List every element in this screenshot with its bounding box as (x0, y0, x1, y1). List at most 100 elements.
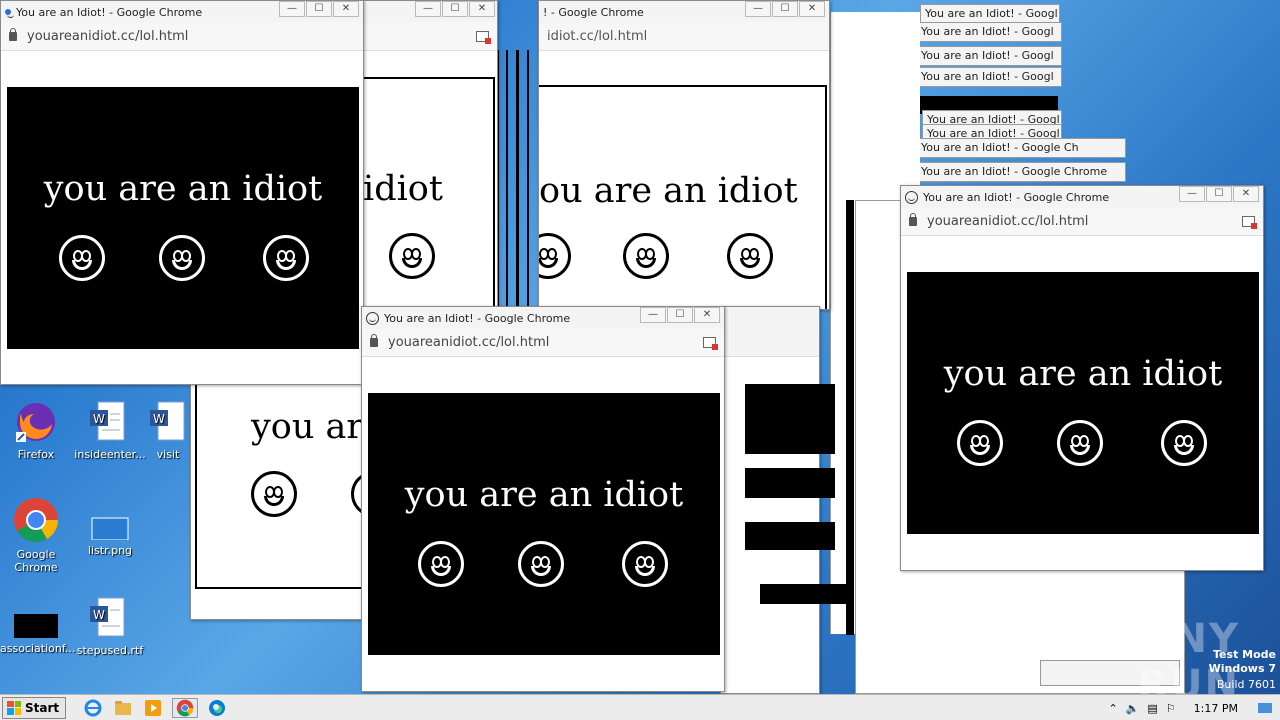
window-title: ! - Google Chrome (543, 5, 644, 19)
volume-icon[interactable]: 🔈 (1126, 702, 1140, 715)
desktop-icon-listr[interactable]: listr.png (74, 500, 146, 557)
close-button[interactable]: ✕ (694, 307, 720, 323)
popup-content: you are an idiot (907, 272, 1259, 534)
smiley-icon (389, 233, 435, 279)
stacked-window-titlebar[interactable]: You are an Idiot! - Googl (920, 4, 1060, 24)
popup-content: ou are an idiot (539, 85, 827, 309)
maximize-button[interactable]: ☐ (442, 1, 468, 17)
window-edge-artifact (506, 50, 508, 310)
window-titlebar[interactable]: — ☐ ✕ (363, 1, 497, 23)
popup-message: you are (251, 407, 364, 447)
window-titlebar[interactable]: You are an Idiot! - Google Chrome — ☐ ✕ (362, 307, 724, 329)
desktop-icon-insideenter[interactable]: W insideenter... (74, 400, 146, 461)
popup-window[interactable]: ! - Google Chrome — ☐ ✕ idiot.cc/lol.htm… (538, 0, 830, 310)
smiley-icon (418, 541, 464, 587)
desktop-icon-firefox[interactable]: Firefox (0, 400, 72, 461)
window-titlebar[interactable]: You are an Idiot! - Google Chrome — ☐ ✕ (901, 186, 1263, 208)
desktop-icon-label: stepused.rtf (76, 644, 144, 657)
action-center-icon[interactable]: ⚐ (1166, 702, 1176, 715)
address-bar[interactable] (721, 329, 819, 357)
address-url: youareanidiot.cc/lol.html (27, 29, 189, 44)
popup-content: you are an idiot (7, 87, 359, 349)
network-icon[interactable]: ▤ (1147, 702, 1157, 715)
window-titlebar[interactable]: ! - Google Chrome — ☐ ✕ (539, 1, 829, 23)
popup-window[interactable] (720, 306, 820, 694)
address-bar[interactable]: youareanidiot.cc/lol.html (1, 23, 363, 51)
svg-text:W: W (153, 412, 165, 426)
lock-icon (370, 334, 378, 347)
close-button[interactable]: ✕ (333, 1, 359, 17)
media-player-icon[interactable] (142, 698, 164, 718)
desktop-icon-google-chrome[interactable]: Google Chrome (0, 496, 72, 574)
address-bar[interactable]: youareanidiot.cc/lol.html (362, 329, 724, 357)
window-title: You are an Idiot! - Google Chrome (384, 311, 571, 325)
address-bar[interactable]: idiot.cc/lol.html (539, 23, 829, 51)
minimize-button[interactable]: — (1179, 186, 1205, 202)
smiley-favicon (366, 311, 379, 325)
minimize-button[interactable]: — (415, 1, 441, 17)
popup-window[interactable]: You are an Idiot! - Google Chrome — ☐ ✕ … (900, 185, 1264, 571)
window-edge-artifact (846, 200, 854, 635)
popup-blocked-icon[interactable] (703, 337, 718, 350)
desktop-icon-stepused[interactable]: W stepused.rtf (74, 596, 146, 657)
address-bar[interactable] (363, 23, 497, 51)
word-document-icon: W (150, 401, 185, 441)
maximize-button[interactable]: ☐ (772, 1, 798, 17)
black-file-icon (14, 614, 58, 638)
stacked-window-titlebar[interactable]: You are an Idiot! - Googl (916, 22, 1062, 42)
word-document-icon: W (90, 401, 125, 441)
popup-window[interactable]: You are an Idiot! - Google Chrome — ☐ ✕ … (361, 306, 725, 692)
maximize-button[interactable]: ☐ (1206, 186, 1232, 202)
stacked-window-titlebar[interactable]: You are an Idiot! - Googl (916, 46, 1062, 66)
desktop-icon-label: visit (156, 448, 180, 461)
stacked-window-titlebar[interactable]: You are an Idiot! - Google Chrome (916, 162, 1126, 182)
clock[interactable]: 1:17 PM (1194, 702, 1238, 715)
address-url: idiot.cc/lol.html (547, 29, 648, 44)
firefox-icon (16, 403, 55, 442)
maximize-button[interactable]: ☐ (306, 1, 332, 17)
window-controls: — ☐ ✕ (744, 1, 825, 17)
close-button[interactable]: ✕ (1233, 186, 1259, 202)
windows-version-line: Windows 7 (1208, 662, 1276, 675)
desktop-icon-associationf[interactable]: associationf... (0, 598, 76, 655)
desktop-icon-visit[interactable]: W visit (148, 400, 188, 461)
start-label: Start (25, 700, 60, 715)
show-desktop-icon[interactable] (1258, 703, 1272, 713)
stacked-window-titlebar[interactable]: You are an Idiot! - Googl (916, 67, 1062, 87)
chrome-icon[interactable] (172, 697, 199, 718)
desktop-icon-label: Google Chrome (14, 548, 58, 574)
minimize-button[interactable]: — (640, 307, 666, 323)
smiley-favicon (905, 190, 918, 204)
show-hidden-icons-icon[interactable]: ⌃ (1108, 702, 1117, 715)
window-edge-artifact (745, 468, 835, 498)
popup-window[interactable]: you are (190, 380, 365, 620)
window-titlebar[interactable]: You are an Idiot! - Google Chrome — ☐ ✕ (1, 1, 363, 23)
close-button[interactable]: ✕ (469, 1, 495, 17)
svg-text:W: W (93, 412, 105, 426)
chrome-icon (14, 498, 58, 542)
ie-icon[interactable] (82, 698, 104, 718)
address-bar[interactable]: youareanidiot.cc/lol.html (901, 208, 1263, 236)
popup-message: ou are an idiot (539, 171, 798, 211)
explorer-icon[interactable] (112, 698, 134, 718)
smiley-icon (59, 235, 105, 281)
minimize-button[interactable]: — (745, 1, 771, 17)
popup-window[interactable]: — ☐ ✕ idiot (362, 0, 498, 310)
maximize-button[interactable]: ☐ (667, 307, 693, 323)
popup-blocked-icon[interactable] (1242, 216, 1257, 229)
stacked-window-titlebar[interactable]: You are an Idiot! - Google Ch (916, 138, 1126, 158)
smiley-icon (518, 541, 564, 587)
smiley-icon (1161, 420, 1207, 466)
close-button[interactable]: ✕ (799, 1, 825, 17)
desktop-icon-label: associationf... (0, 642, 76, 655)
window-controls: — ☐ ✕ (414, 1, 495, 17)
edge-icon[interactable] (206, 698, 228, 718)
desktop-icon-label: listr.png (87, 544, 133, 557)
popup-window[interactable]: You are an Idiot! - Google Chrome — ☐ ✕ … (0, 0, 364, 385)
popup-blocked-icon[interactable] (476, 31, 491, 44)
window-title: You are an Idiot! - Google Chrome (16, 5, 203, 19)
desktop-icon-label: Firefox (17, 448, 55, 461)
window-titlebar[interactable] (721, 307, 819, 329)
start-button[interactable]: Start (2, 696, 67, 719)
minimize-button[interactable]: — (279, 1, 305, 17)
